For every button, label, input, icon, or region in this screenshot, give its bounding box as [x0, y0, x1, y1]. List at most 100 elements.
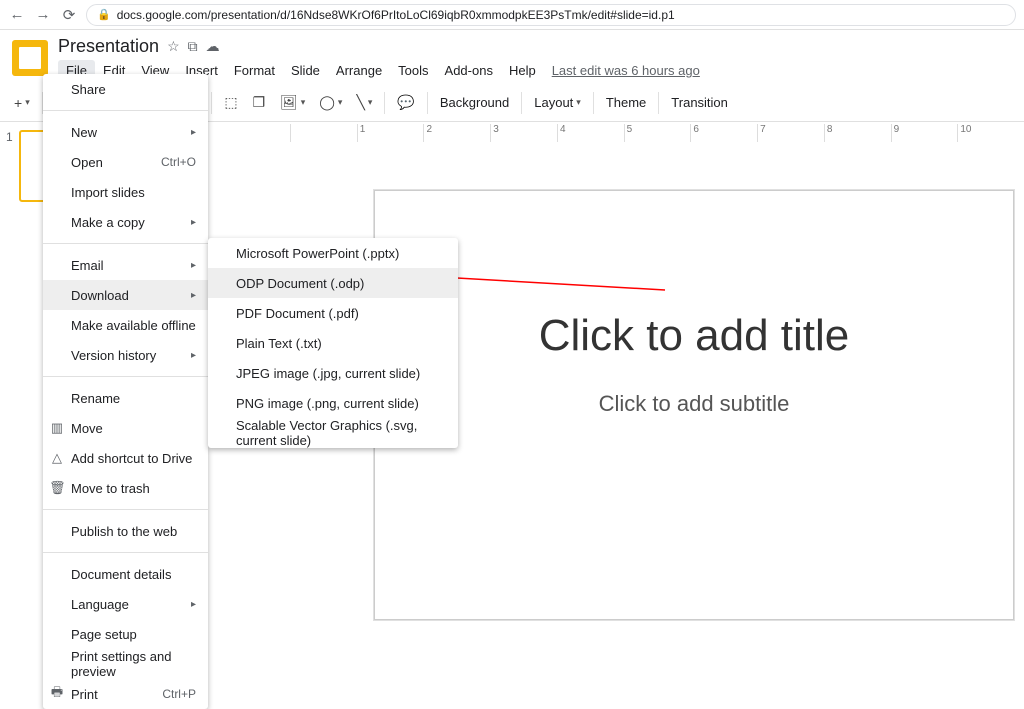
select-tool-button[interactable]: ⬚ [218, 91, 244, 115]
menu-share[interactable]: Share [43, 74, 208, 104]
menu-make-copy[interactable]: Make a copy▸ [43, 207, 208, 237]
new-slide-button[interactable]: +▾ [8, 91, 36, 115]
menu-help[interactable]: Help [501, 60, 544, 81]
label: Move [71, 421, 103, 436]
ruler-tick [290, 124, 357, 142]
chevron-right-icon: ▸ [191, 350, 196, 361]
transition-button[interactable]: Transition [665, 91, 734, 115]
menu-print[interactable]: 🖶PrintCtrl+P [43, 679, 208, 709]
slide-number: 1 [6, 130, 13, 655]
download-pdf[interactable]: PDF Document (.pdf) [208, 298, 458, 328]
menu-publish-web[interactable]: Publish to the web [43, 516, 208, 546]
label: Download [71, 288, 129, 303]
download-pptx[interactable]: Microsoft PowerPoint (.pptx) [208, 238, 458, 268]
slides-logo-icon[interactable] [12, 40, 48, 76]
star-icon[interactable]: ☆ [167, 38, 180, 55]
forward-icon[interactable]: → [34, 6, 52, 23]
menu-doc-details[interactable]: Document details [43, 559, 208, 589]
drive-icon: △ [49, 450, 65, 466]
menu-email[interactable]: Email▸ [43, 250, 208, 280]
menu-rename[interactable]: Rename [43, 383, 208, 413]
label: Make available offline [71, 318, 196, 333]
menu-download[interactable]: Download ▸ [43, 280, 208, 310]
line-button[interactable]: ╲▾ [350, 91, 378, 115]
menu-print-settings[interactable]: Print settings and preview [43, 649, 208, 679]
label: PDF Document (.pdf) [236, 306, 359, 321]
label: Share [71, 82, 106, 97]
shape-button[interactable]: ◯▾ [313, 91, 348, 115]
comment-button[interactable]: 💬 [391, 91, 420, 115]
download-submenu: Microsoft PowerPoint (.pptx) ODP Documen… [208, 238, 458, 448]
label: Make a copy [71, 215, 145, 230]
label: Move to trash [71, 481, 150, 496]
chevron-right-icon: ▸ [191, 599, 196, 610]
menu-open[interactable]: OpenCtrl+O [43, 147, 208, 177]
label: Document details [71, 567, 171, 582]
menu-move-trash[interactable]: 🗑 Move to trash [43, 473, 208, 503]
url-bar[interactable]: 🔒 docs.google.com/presentation/d/16Ndse8… [86, 4, 1016, 26]
back-icon[interactable]: ← [8, 6, 26, 23]
menu-tools[interactable]: Tools [390, 60, 436, 81]
chevron-right-icon: ▸ [191, 290, 196, 301]
move-file-icon[interactable]: ⧉ [188, 38, 198, 55]
separator [427, 92, 428, 114]
download-jpg[interactable]: JPEG image (.jpg, current slide) [208, 358, 458, 388]
separator [43, 552, 208, 553]
url-text: docs.google.com/presentation/d/16Ndse8WK… [117, 8, 675, 22]
download-txt[interactable]: Plain Text (.txt) [208, 328, 458, 358]
separator [211, 92, 212, 114]
textbox-button[interactable]: ❐ [246, 91, 272, 115]
folder-icon: ▥ [49, 420, 65, 436]
label: Publish to the web [71, 524, 177, 539]
layout-button[interactable]: Layout▾ [528, 91, 587, 115]
image-button[interactable]: 🖼▾ [274, 91, 311, 115]
download-svg[interactable]: Scalable Vector Graphics (.svg, current … [208, 418, 458, 448]
background-button[interactable]: Background [434, 91, 515, 115]
download-png[interactable]: PNG image (.png, current slide) [208, 388, 458, 418]
ruler-tick: 5 [624, 124, 691, 142]
trash-icon: 🗑 [49, 480, 65, 496]
ruler-tick: 2 [423, 124, 490, 142]
reload-icon[interactable]: ⟳ [60, 6, 78, 24]
ruler-tick: 1 [357, 124, 424, 142]
chevron-right-icon: ▸ [191, 127, 196, 138]
menu-version-history[interactable]: Version history ▸ [43, 340, 208, 370]
theme-button[interactable]: Theme [600, 91, 652, 115]
ruler-horizontal: 1 2 3 4 5 6 7 8 9 10 [290, 124, 1024, 142]
download-odp[interactable]: ODP Document (.odp) [208, 268, 458, 298]
menu-add-shortcut[interactable]: △Add shortcut to Drive [43, 443, 208, 473]
cloud-status-icon[interactable]: ☁ [206, 38, 220, 55]
menu-format[interactable]: Format [226, 60, 283, 81]
last-edit-info[interactable]: Last edit was 6 hours ago [552, 63, 700, 78]
label: Version history [71, 348, 156, 363]
separator [43, 509, 208, 510]
menu-page-setup[interactable]: Page setup [43, 619, 208, 649]
menu-addons[interactable]: Add-ons [437, 60, 501, 81]
menu-new[interactable]: New▸ [43, 117, 208, 147]
print-icon: 🖶 [49, 683, 65, 705]
menu-arrange[interactable]: Arrange [328, 60, 390, 81]
doc-title[interactable]: Presentation [58, 36, 159, 57]
label: Microsoft PowerPoint (.pptx) [236, 246, 399, 261]
label: Language [71, 597, 129, 612]
menu-import-slides[interactable]: Import slides [43, 177, 208, 207]
label: ODP Document (.odp) [236, 276, 364, 291]
slide-canvas[interactable]: Click to add title Click to add subtitle [374, 190, 1014, 620]
separator [521, 92, 522, 114]
shortcut: Ctrl+P [162, 687, 196, 701]
separator [384, 92, 385, 114]
ruler-tick: 6 [690, 124, 757, 142]
menu-move[interactable]: ▥ Move [43, 413, 208, 443]
label: Rename [71, 391, 120, 406]
label: Email [71, 258, 104, 273]
label: Page setup [71, 627, 137, 642]
subtitle-placeholder[interactable]: Click to add subtitle [425, 391, 963, 417]
menu-language[interactable]: Language ▸ [43, 589, 208, 619]
menu-slide[interactable]: Slide [283, 60, 328, 81]
layout-label: Layout [534, 95, 573, 110]
menu-make-offline[interactable]: Make available offline [43, 310, 208, 340]
ruler-tick: 9 [891, 124, 958, 142]
shortcut: Ctrl+O [161, 155, 196, 169]
title-placeholder[interactable]: Click to add title [425, 311, 963, 361]
separator [43, 376, 208, 377]
